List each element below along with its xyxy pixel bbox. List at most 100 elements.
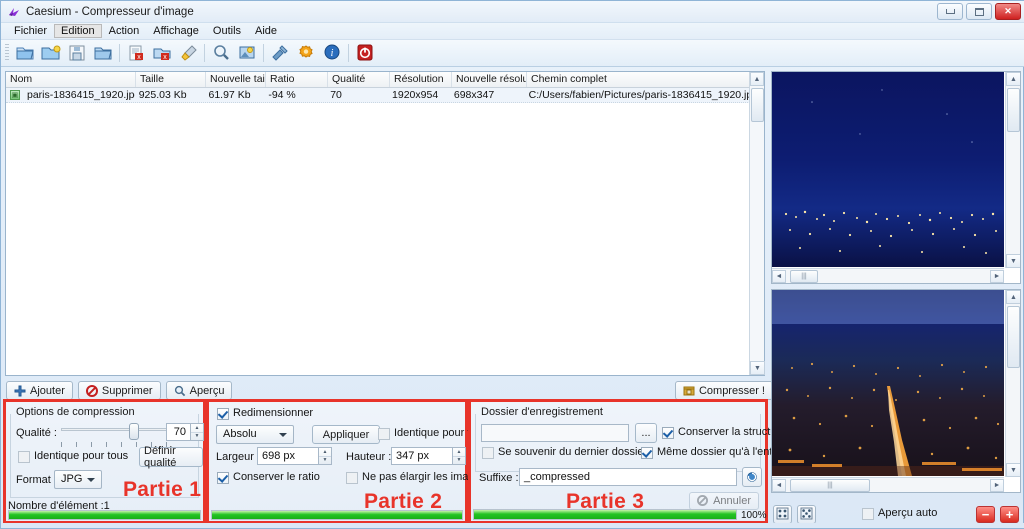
browse-folder-button[interactable]: ... [635,423,657,443]
suffix-input[interactable]: _compressed [519,468,737,486]
suffix-reset-button[interactable] [742,467,762,487]
width-label: Largeur : [216,451,261,463]
file-list-scrollbar[interactable]: ▲ ▼ [749,72,765,375]
table-row[interactable]: ▣ paris-1836415_1920.jpg 925.03 Kb 61.97… [6,88,764,103]
column-header-chemin[interactable]: Chemin complet [527,72,747,87]
clear-list-icon[interactable]: x [149,41,175,65]
spin-up-icon[interactable]: ▲ [453,448,465,457]
menu-affichage[interactable]: Affichage [146,24,206,38]
slider-thumb[interactable] [129,423,139,440]
menu-outils[interactable]: Outils [206,24,248,38]
toolbar-grip[interactable] [5,44,9,62]
column-header-ratio[interactable]: Ratio [266,72,328,87]
compress-button[interactable]: Compresser ! [674,381,773,400]
open-file-icon[interactable] [12,41,38,65]
apply-button[interactable]: Appliquer [312,425,380,444]
settings-gear-icon[interactable] [293,41,319,65]
column-header-resolution[interactable]: Résolution [390,72,452,87]
spin-down-icon[interactable]: ▼ [319,457,331,465]
scroll-up-icon[interactable]: ▲ [750,72,764,86]
scrollbar-thumb[interactable]: ||| [790,478,870,492]
remove-file-icon[interactable]: x [123,41,149,65]
brush-icon[interactable] [175,41,201,65]
spin-up-icon[interactable]: ▲ [191,424,203,433]
set-quality-label: Définir qualité [144,445,177,469]
column-header-qualite[interactable]: Qualité [328,72,390,87]
menu-aide[interactable]: Aide [248,24,284,38]
add-button[interactable]: Ajouter [6,381,73,400]
remember-folder-checkbox[interactable] [482,447,494,459]
spin-up-icon[interactable]: ▲ [319,448,331,457]
column-header-taille[interactable]: Taille [136,72,206,87]
auto-preview-checkbox[interactable] [862,508,874,520]
menu-fichier[interactable]: Fichier [7,24,54,38]
menu-edition[interactable]: Edition [54,24,102,38]
spin-down-icon[interactable]: ▼ [453,457,465,465]
width-spinner[interactable]: ▲ ▼ [319,447,332,465]
no-enlarge-checkbox[interactable] [346,472,358,484]
resize-checkbox[interactable] [217,408,229,420]
zoom-in-button[interactable]: + [1000,506,1019,523]
quality-value-input[interactable]: 70 [166,423,191,441]
actual-size-button[interactable] [797,505,816,524]
scroll-down-icon[interactable]: ▼ [1006,463,1020,477]
resize-label: Redimensionner [233,407,314,419]
folder-icon[interactable] [90,41,116,65]
column-header-nouvelle-resolution[interactable]: Nouvelle résolutio [452,72,527,87]
original-preview-panel[interactable]: ▲ ▼ ◄ ||| ► [771,71,1021,284]
keep-ratio-checkbox[interactable] [217,472,229,484]
save-icon[interactable] [64,41,90,65]
compressed-preview-vscrollbar[interactable]: ▲ ▼ [1005,290,1020,477]
quality-slider[interactable] [61,423,173,447]
tools-icon[interactable] [267,41,293,65]
scroll-right-icon[interactable]: ► [990,478,1004,492]
scroll-up-icon[interactable]: ▲ [1006,72,1020,86]
column-header-nom[interactable]: Nom [6,72,136,87]
scrollbar-thumb[interactable] [751,88,764,122]
output-folder-input[interactable] [481,424,629,442]
scroll-left-icon[interactable]: ◄ [772,478,786,492]
remove-button[interactable]: Supprimer [77,381,161,400]
quality-spinner[interactable]: ▲ ▼ [191,423,204,441]
fit-window-button[interactable] [773,505,792,524]
scroll-up-icon[interactable]: ▲ [1006,290,1020,304]
file-list[interactable]: Nom Taille Nouvelle tai Ratio Qualité Ré… [5,71,765,376]
width-input[interactable]: 698 px [257,447,319,465]
resize-same-for-all-checkbox[interactable] [378,428,390,440]
format-select[interactable]: JPG [54,470,102,489]
spin-down-icon[interactable]: ▼ [191,433,203,441]
compressed-preview-panel[interactable]: ▲ ▼ ◄ ||| ► [771,289,1021,493]
info-icon[interactable]: i [319,41,345,65]
scrollbar-thumb[interactable] [1007,306,1020,368]
same-folder-checkbox[interactable] [641,447,653,459]
height-spinner[interactable]: ▲ ▼ [453,447,466,465]
compressed-preview-hscrollbar[interactable]: ◄ ||| ► [772,477,1004,492]
cancel-button[interactable]: Annuler [689,492,759,510]
compare-icon[interactable] [234,41,260,65]
column-header-nouvelle-taille[interactable]: Nouvelle tai [206,72,266,87]
open-folder-icon[interactable] [38,41,64,65]
scrollbar-thumb[interactable] [1007,88,1020,132]
original-preview-vscrollbar[interactable]: ▲ ▼ [1005,72,1020,268]
menu-action[interactable]: Action [102,24,147,38]
height-input[interactable]: 347 px [391,447,453,465]
quality-same-for-all-checkbox[interactable] [18,451,30,463]
zoom-out-button[interactable]: − [976,506,995,523]
compress-icon [683,385,695,397]
maximize-button[interactable] [966,3,992,20]
scroll-down-icon[interactable]: ▼ [1006,254,1020,268]
resize-mode-select[interactable]: Absolu [216,425,294,444]
scroll-down-icon[interactable]: ▼ [750,361,765,375]
preview-zoom-icon[interactable] [208,41,234,65]
scrollbar-thumb[interactable]: ||| [790,269,818,283]
set-quality-button[interactable]: Définir qualité [139,445,203,469]
exit-power-icon[interactable] [352,41,378,65]
close-button[interactable]: ✕ [995,3,1021,20]
preview-button[interactable]: Aperçu [165,381,233,400]
original-preview-hscrollbar[interactable]: ◄ ||| ► [772,268,1004,283]
toolbar-separator [119,44,120,62]
scroll-left-icon[interactable]: ◄ [772,269,786,283]
minimize-button[interactable] [937,3,963,20]
keep-structure-checkbox[interactable] [662,427,674,439]
scroll-right-icon[interactable]: ► [990,269,1004,283]
